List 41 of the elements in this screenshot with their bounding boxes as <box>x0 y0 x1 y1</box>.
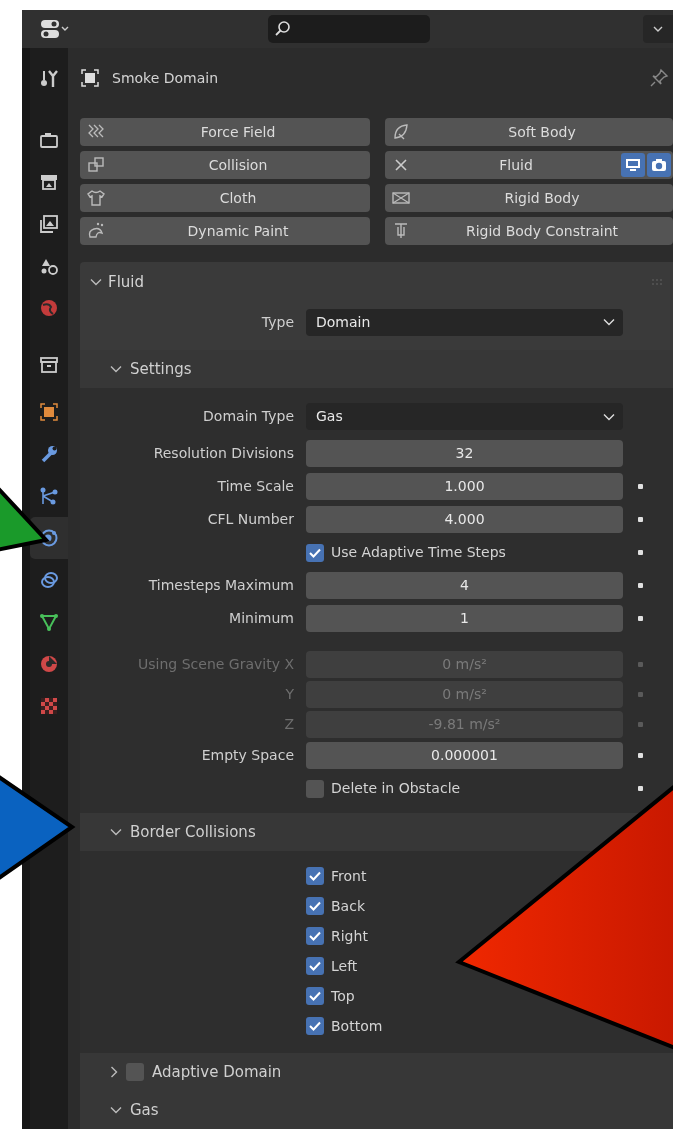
checkbox-label: Bottom <box>331 1016 383 1036</box>
field-label: Timesteps Maximum <box>147 576 295 595</box>
checkbox-label: Right <box>331 926 368 946</box>
subpanel-header[interactable]: Border Collisions <box>110 820 256 844</box>
field-label: Domain Type <box>202 407 295 426</box>
subpanel-header[interactable]: Adaptive Domain <box>110 1060 282 1084</box>
physics-button[interactable]: Cloth <box>80 184 370 212</box>
physics-button[interactable]: Rigid Body <box>385 184 673 212</box>
checkbox-label: Top <box>331 986 355 1006</box>
field-label: Z <box>283 714 295 734</box>
object-name: Smoke Domain <box>112 68 220 88</box>
number-field[interactable]: 1.000 <box>306 473 623 500</box>
number-field[interactable]: 1 <box>306 605 623 632</box>
field-label: CFL Number <box>206 510 295 529</box>
type-dropdown[interactable]: Domain <box>306 308 623 336</box>
dropdown[interactable]: Gas <box>306 403 623 430</box>
checkbox-label: Front <box>331 866 367 886</box>
number-field[interactable]: 4 <box>306 572 623 599</box>
physics-button[interactable]: Fluid <box>385 151 673 179</box>
field-label: Y <box>284 684 295 704</box>
subpanel-header[interactable]: Gas <box>110 1098 159 1122</box>
number-field[interactable]: 4.000 <box>306 506 623 533</box>
number-field[interactable]: 32 <box>306 440 623 467</box>
physics-button[interactable]: Collision <box>80 151 370 179</box>
physics-button[interactable]: Rigid Body Constraint <box>385 217 673 245</box>
field-label: Resolution Divisions <box>152 444 295 463</box>
field-label: Type <box>260 312 295 332</box>
physics-button[interactable]: Force Field <box>80 118 370 146</box>
field-label: Time Scale <box>216 477 295 496</box>
checkbox-label: Use Adaptive Time Steps <box>331 543 506 562</box>
checkbox-label: Left <box>331 956 358 976</box>
field-label: Empty Space <box>200 746 295 765</box>
subpanel-header[interactable]: Settings <box>110 357 192 381</box>
checkbox-label: Back <box>331 896 365 916</box>
physics-button[interactable]: Soft Body <box>385 118 673 146</box>
field-label: Minimum <box>228 609 295 628</box>
checkbox-label: Delete in Obstacle <box>331 779 461 798</box>
number-field[interactable]: 0.000001 <box>306 742 623 769</box>
field-label: Using Scene Gravity X <box>137 654 295 674</box>
physics-button[interactable]: Dynamic Paint <box>80 217 370 245</box>
panel-header[interactable]: Fluid <box>80 262 673 302</box>
